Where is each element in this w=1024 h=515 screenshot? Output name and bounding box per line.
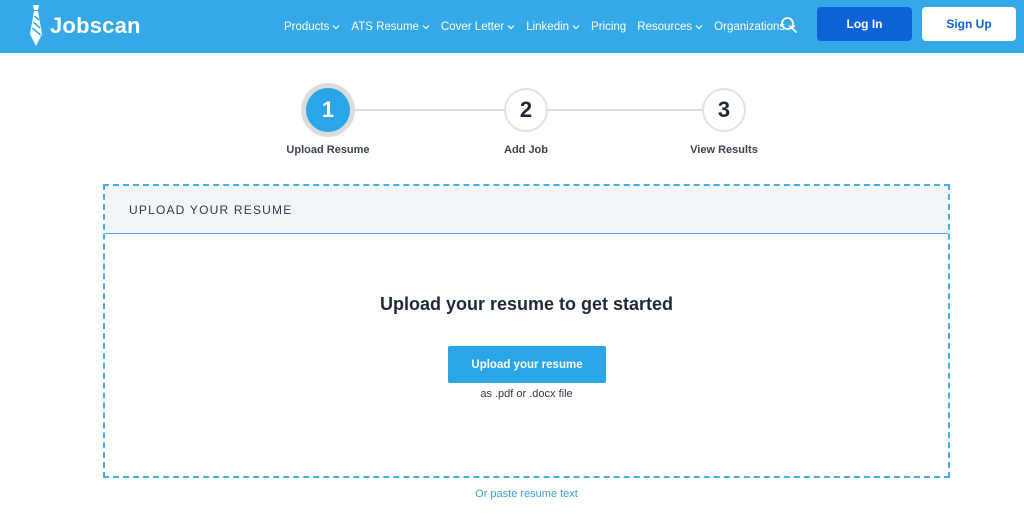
nav-item-cover-letter[interactable]: Cover Letter — [441, 21, 515, 33]
nav-item-ats-resume[interactable]: ATS Resume — [351, 21, 430, 33]
step-2-circle: 2 — [504, 88, 548, 132]
resume-upload-dropzone[interactable]: UPLOAD YOUR RESUME Upload your resume to… — [103, 184, 950, 478]
nav-item-label: Organizations — [714, 20, 786, 33]
step-1-circle: 1 — [306, 88, 350, 132]
file-type-hint: as .pdf or .docx file — [480, 388, 573, 400]
nav-item-label: Cover Letter — [440, 20, 505, 33]
nav-item-resources[interactable]: Resources — [637, 21, 703, 33]
step-connector — [350, 109, 506, 111]
nav-item-label: Products — [284, 20, 330, 33]
chevron-down-icon — [572, 24, 580, 29]
nav-item-pricing[interactable]: Pricing — [591, 21, 626, 33]
top-navigation-bar: Jobscan Products ATS Resume Cover Letter… — [0, 0, 1024, 53]
chevron-down-icon — [422, 24, 430, 29]
brand-name: Jobscan — [50, 13, 141, 38]
upload-resume-button[interactable]: Upload your resume — [448, 346, 606, 383]
step-2-label: Add Job — [504, 144, 548, 156]
signup-button[interactable]: Sign Up — [922, 7, 1016, 41]
chevron-down-icon — [507, 24, 515, 29]
nav-item-linkedin[interactable]: Linkedin — [526, 21, 580, 33]
step-1-label: Upload Resume — [286, 144, 370, 156]
nav-item-products[interactable]: Products — [284, 21, 340, 33]
brand-logo[interactable]: Jobscan — [26, 3, 141, 49]
tie-icon — [30, 5, 42, 46]
nav-item-label: Resources — [637, 20, 693, 33]
chevron-down-icon — [332, 24, 340, 29]
nav-item-label: Linkedin — [526, 20, 570, 33]
main-nav: Products ATS Resume Cover Letter Linkedi… — [284, 0, 807, 53]
upload-section-header: UPLOAD YOUR RESUME — [105, 186, 948, 234]
upload-section-title: UPLOAD YOUR RESUME — [129, 203, 293, 217]
search-icon[interactable] — [780, 16, 798, 34]
upload-heading: Upload your resume to get started — [379, 294, 674, 314]
login-button[interactable]: Log In — [817, 7, 912, 41]
step-connector — [548, 109, 704, 111]
chevron-down-icon — [695, 24, 703, 29]
paste-resume-text-link[interactable]: Or paste resume text — [0, 488, 1024, 500]
nav-item-label: ATS Resume — [351, 20, 419, 33]
nav-item-label: Pricing — [591, 20, 627, 33]
step-3-label: View Results — [690, 144, 758, 156]
step-3-circle: 3 — [702, 88, 746, 132]
